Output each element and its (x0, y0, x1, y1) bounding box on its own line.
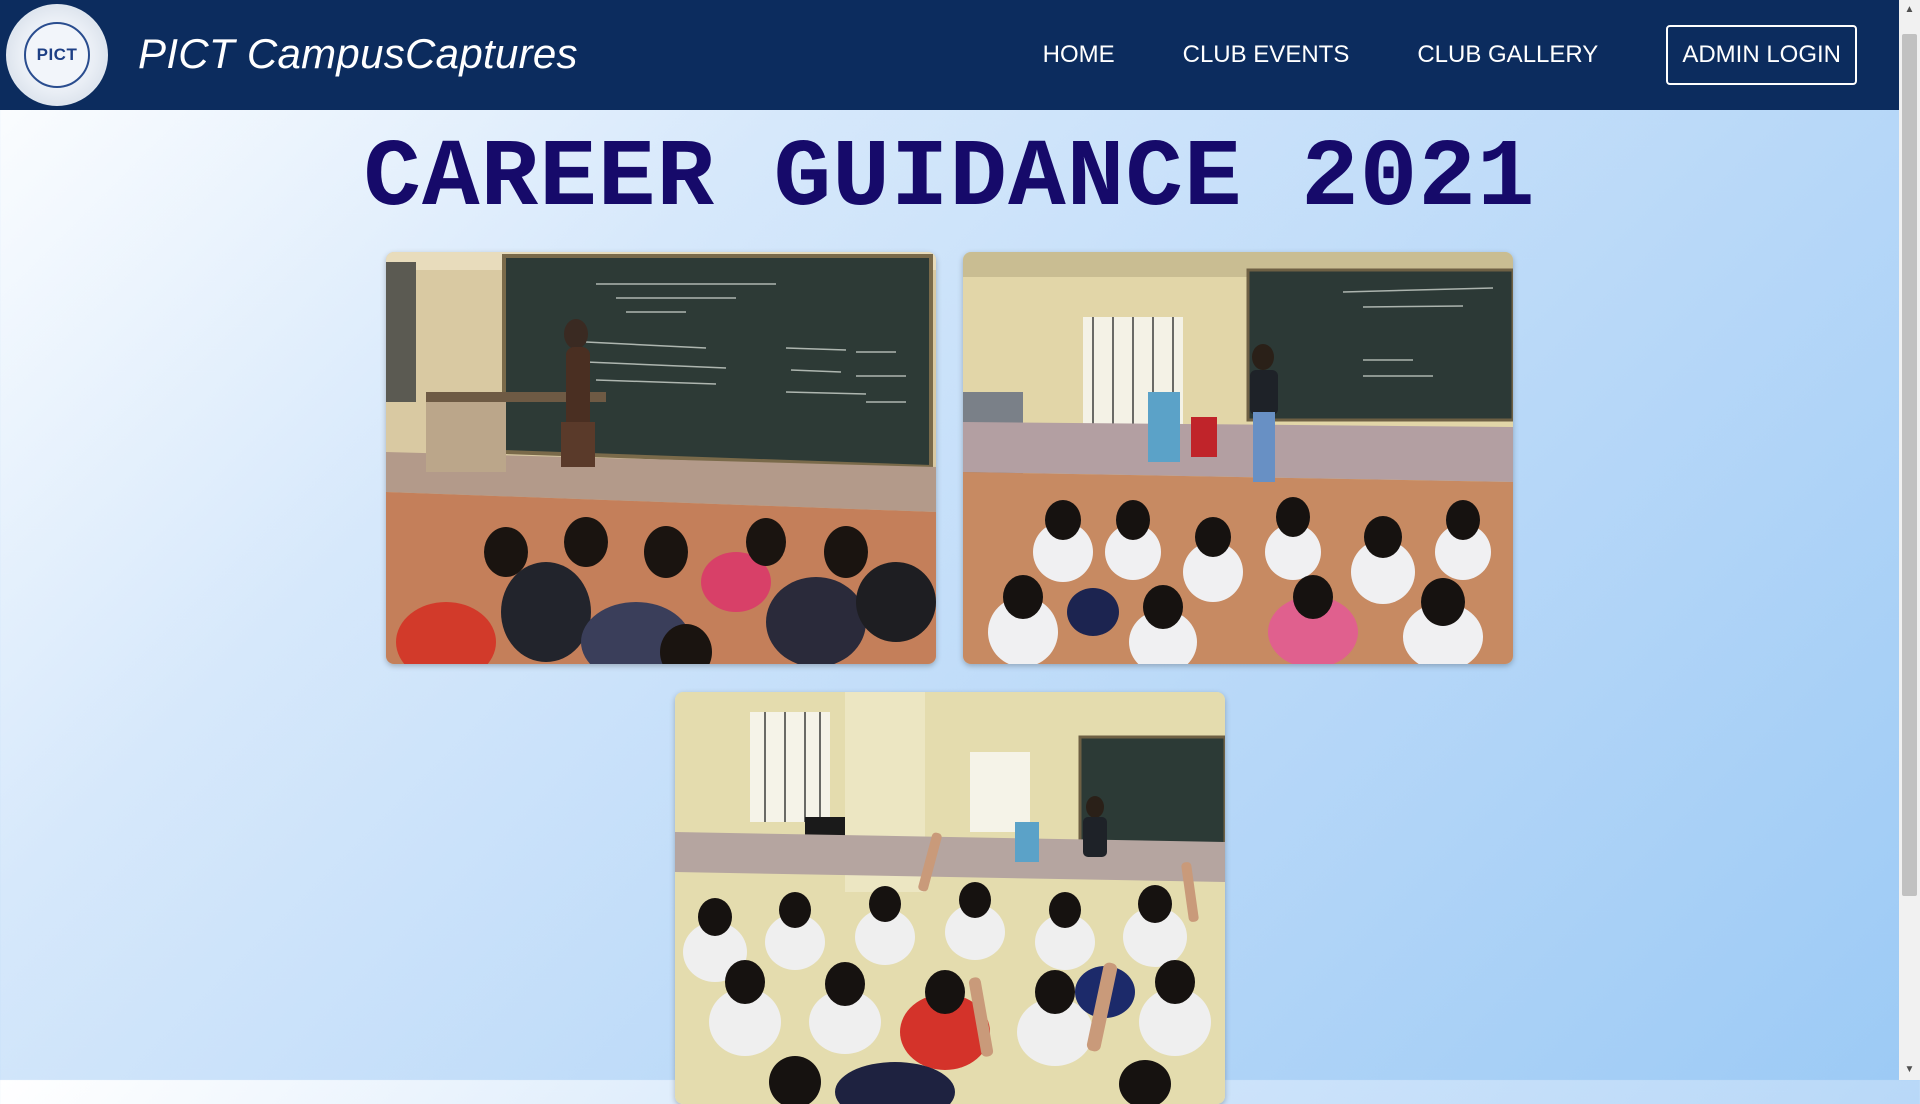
vertical-scrollbar[interactable]: ▲ ▼ (1899, 0, 1920, 1080)
scroll-up-arrow-icon[interactable]: ▲ (1899, 0, 1920, 20)
event-photo-3-image (675, 692, 1225, 1104)
nav-club-gallery-link[interactable]: CLUB GALLERY (1417, 41, 1598, 69)
event-photo-2[interactable] (963, 252, 1513, 664)
pict-logo-emblem: PICT (24, 22, 90, 88)
nav-links: HOME CLUB EVENTS CLUB GALLERY ADMIN LOGI… (1043, 25, 1857, 85)
brand-title[interactable]: PICT CampusCaptures (138, 30, 578, 78)
pict-logo[interactable]: PICT (6, 4, 108, 106)
nav-home-link[interactable]: HOME (1043, 41, 1115, 69)
nav-club-events-link[interactable]: CLUB EVENTS (1183, 41, 1350, 69)
scroll-down-arrow-icon[interactable]: ▼ (1899, 1060, 1920, 1080)
admin-login-button[interactable]: ADMIN LOGIN (1666, 25, 1857, 85)
event-photo-2-image (963, 252, 1513, 664)
pict-logo-text: PICT (36, 45, 78, 64)
event-photo-1[interactable] (386, 252, 936, 664)
event-photo-3[interactable] (675, 692, 1225, 1104)
page-title: CAREER GUIDANCE 2021 (363, 124, 1536, 233)
event-photo-1-image (386, 252, 936, 664)
navbar: PICT PICT CampusCaptures HOME CLUB EVENT… (0, 0, 1899, 110)
scrollbar-thumb[interactable] (1902, 34, 1917, 896)
